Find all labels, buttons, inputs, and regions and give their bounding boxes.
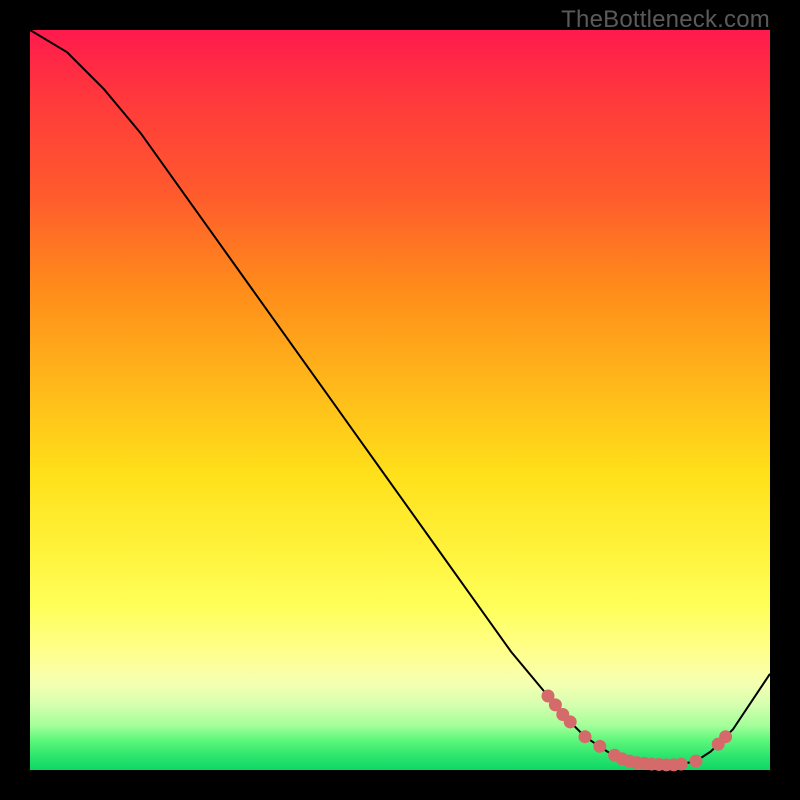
chart-svg xyxy=(30,30,770,770)
bottleneck-curve-line xyxy=(30,30,770,765)
marker-dot xyxy=(675,758,688,771)
marker-dot xyxy=(564,715,577,728)
plot-area xyxy=(30,30,770,770)
marker-dot xyxy=(579,730,592,743)
chart-stage: TheBottleneck.com xyxy=(0,0,800,800)
marker-dot xyxy=(719,730,732,743)
marker-group xyxy=(542,690,733,772)
marker-dot xyxy=(690,755,703,768)
marker-dot xyxy=(593,740,606,753)
